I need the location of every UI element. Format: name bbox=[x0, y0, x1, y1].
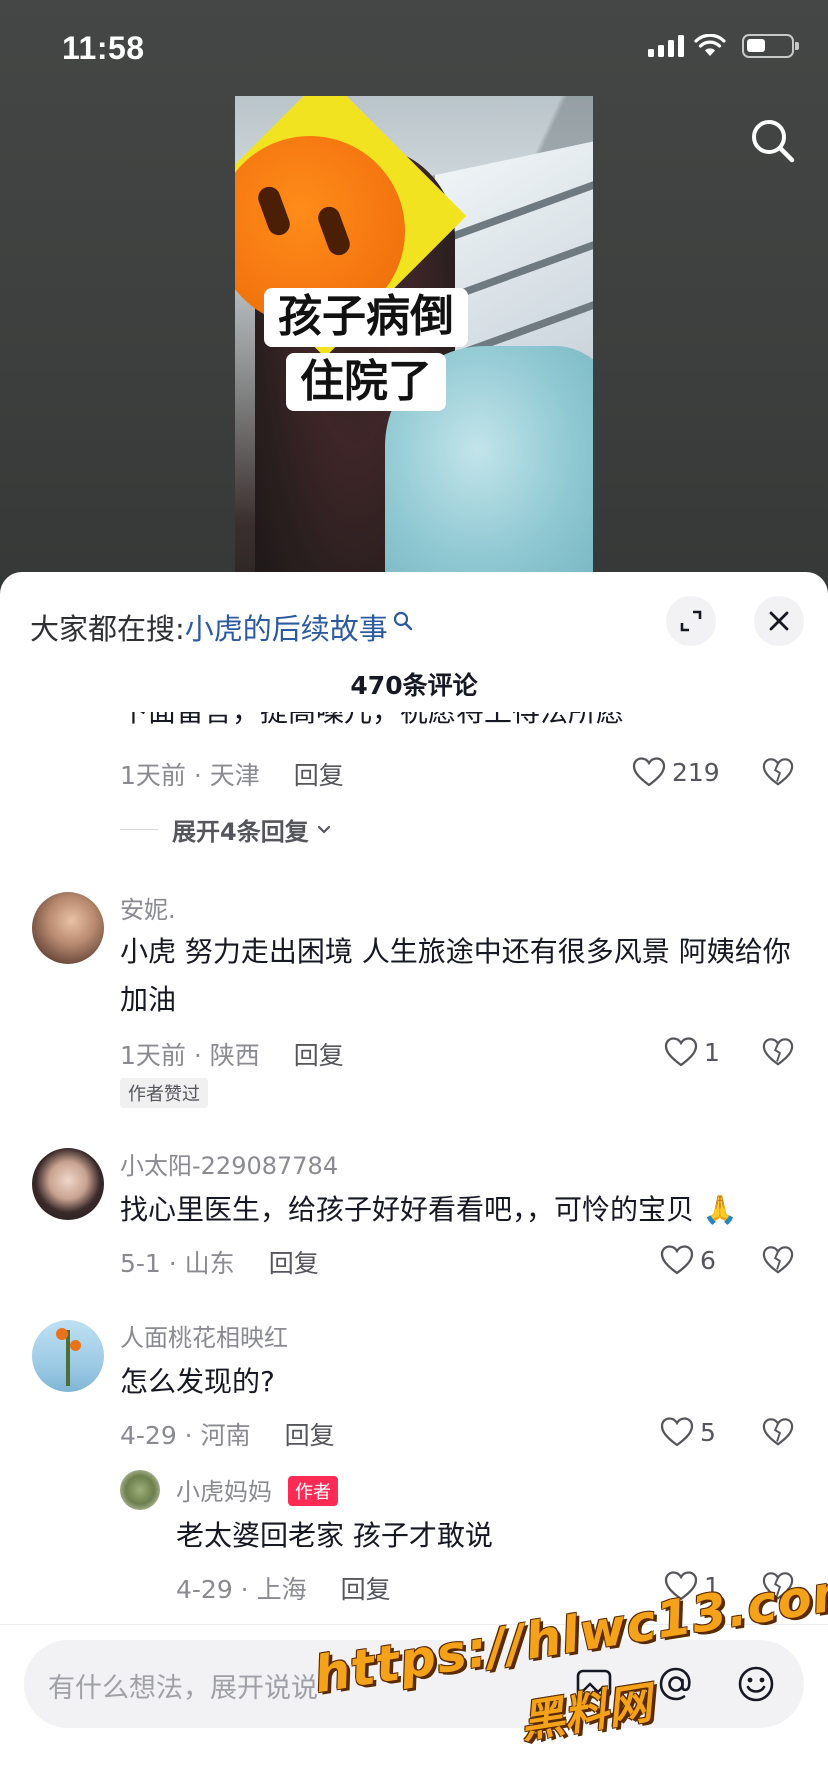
comments-count-title: 470条评论 bbox=[350, 671, 478, 700]
avatar[interactable] bbox=[32, 1320, 104, 1392]
cellular-signal-icon bbox=[648, 35, 684, 57]
avatar[interactable] bbox=[32, 1148, 104, 1220]
dislike-icon[interactable] bbox=[762, 756, 794, 788]
avatar[interactable] bbox=[32, 892, 104, 964]
expand-icon bbox=[680, 610, 702, 632]
heart-icon bbox=[632, 757, 666, 787]
like-count: 219 bbox=[672, 757, 720, 787]
hot-search-query[interactable]: 小虎的后续故事 bbox=[185, 606, 388, 648]
like-count: 6 bbox=[700, 1245, 716, 1275]
search-icon[interactable] bbox=[748, 116, 798, 166]
heart-icon bbox=[660, 1245, 694, 1275]
comment-meta: 5-1 · 山东 回复 bbox=[120, 1244, 319, 1280]
comment-time-location: 1天前 · 天津 bbox=[120, 761, 260, 790]
video-caption-line1: 孩子病倒 bbox=[264, 288, 468, 347]
avatar[interactable] bbox=[120, 1470, 160, 1510]
video-caption: 孩子病倒 住院了 bbox=[256, 288, 476, 412]
heart-icon bbox=[660, 1417, 694, 1447]
video-caption-line2: 住院了 bbox=[286, 352, 446, 412]
heart-icon bbox=[664, 1037, 698, 1067]
watermark-name: 黑料网 bbox=[516, 1677, 656, 1749]
comment-text: 找心里医生，给孩子好好看看吧，，可怜的宝贝 🙏 bbox=[120, 1193, 738, 1226]
comment-text: 小虎 努力走出困境 人生旅途中还有很多风景 阿姨给你加油 bbox=[120, 935, 791, 1016]
expand-replies-divider bbox=[120, 829, 158, 830]
status-icons bbox=[648, 34, 799, 58]
like-button[interactable]: 1 bbox=[664, 1036, 720, 1068]
comment-username[interactable]: 小虎妈妈 bbox=[176, 1472, 272, 1507]
comment-text: 怎么发现的? bbox=[120, 1365, 275, 1398]
expand-sheet-button[interactable] bbox=[666, 596, 716, 646]
comment-time-location: 5-1 · 山东 bbox=[120, 1249, 235, 1278]
author-liked-badge: 作者赞过 bbox=[120, 1078, 208, 1108]
comment-text-partial: 下面留言，提高嗓儿，祝愿将上得法所愿 bbox=[120, 712, 800, 732]
comment-time-location: 4-29 · 河南 bbox=[120, 1421, 251, 1450]
close-sheet-button[interactable] bbox=[754, 596, 804, 646]
comment-input-placeholder: 有什么想法，展开说说 bbox=[48, 1673, 318, 1704]
comment-username[interactable]: 安妮. bbox=[120, 890, 176, 925]
comment-username[interactable]: 人面桃花相映红 bbox=[120, 1318, 288, 1353]
reply-button[interactable]: 回复 bbox=[294, 1036, 344, 1072]
expand-replies-button[interactable]: 展开4条回复 bbox=[120, 812, 333, 847]
hot-search-suggestion[interactable]: 大家都在搜: 小虎的后续故事 bbox=[30, 606, 414, 648]
like-count: 1 bbox=[704, 1037, 720, 1067]
comment-meta: 4-29 · 河南 回复 bbox=[120, 1416, 335, 1452]
reply-button[interactable]: 回复 bbox=[285, 1416, 335, 1452]
battery-icon bbox=[742, 34, 799, 58]
like-button[interactable]: 5 bbox=[660, 1416, 716, 1448]
dislike-icon[interactable] bbox=[762, 1036, 794, 1068]
reply-button[interactable]: 回复 bbox=[294, 756, 344, 792]
close-icon bbox=[769, 611, 789, 631]
comment-time-location: 1天前 · 陕西 bbox=[120, 1041, 260, 1070]
comment-meta: 1天前 · 天津 回复 bbox=[120, 756, 344, 792]
like-button[interactable]: 219 bbox=[632, 756, 720, 788]
author-tag: 作者 bbox=[288, 1476, 338, 1506]
dislike-icon[interactable] bbox=[762, 1244, 794, 1276]
status-time: 11:58 bbox=[62, 30, 145, 66]
dislike-icon[interactable] bbox=[762, 1416, 794, 1448]
expand-replies-label: 展开4条回复 bbox=[172, 818, 309, 846]
comment-meta: 1天前 · 陕西 回复 bbox=[120, 1036, 344, 1072]
like-count: 5 bbox=[700, 1417, 716, 1447]
chevron-down-icon bbox=[317, 825, 330, 834]
like-button[interactable]: 6 bbox=[660, 1244, 716, 1276]
wifi-icon bbox=[694, 34, 726, 56]
comment-time-location: 4-29 · 上海 bbox=[176, 1575, 307, 1604]
status-bar: 11:58 bbox=[0, 0, 828, 96]
comment-username[interactable]: 小太阳-229087784 bbox=[120, 1146, 338, 1181]
reply-button[interactable]: 回复 bbox=[269, 1244, 319, 1280]
hot-search-prefix: 大家都在搜: bbox=[30, 612, 185, 646]
small-search-icon bbox=[393, 611, 412, 631]
